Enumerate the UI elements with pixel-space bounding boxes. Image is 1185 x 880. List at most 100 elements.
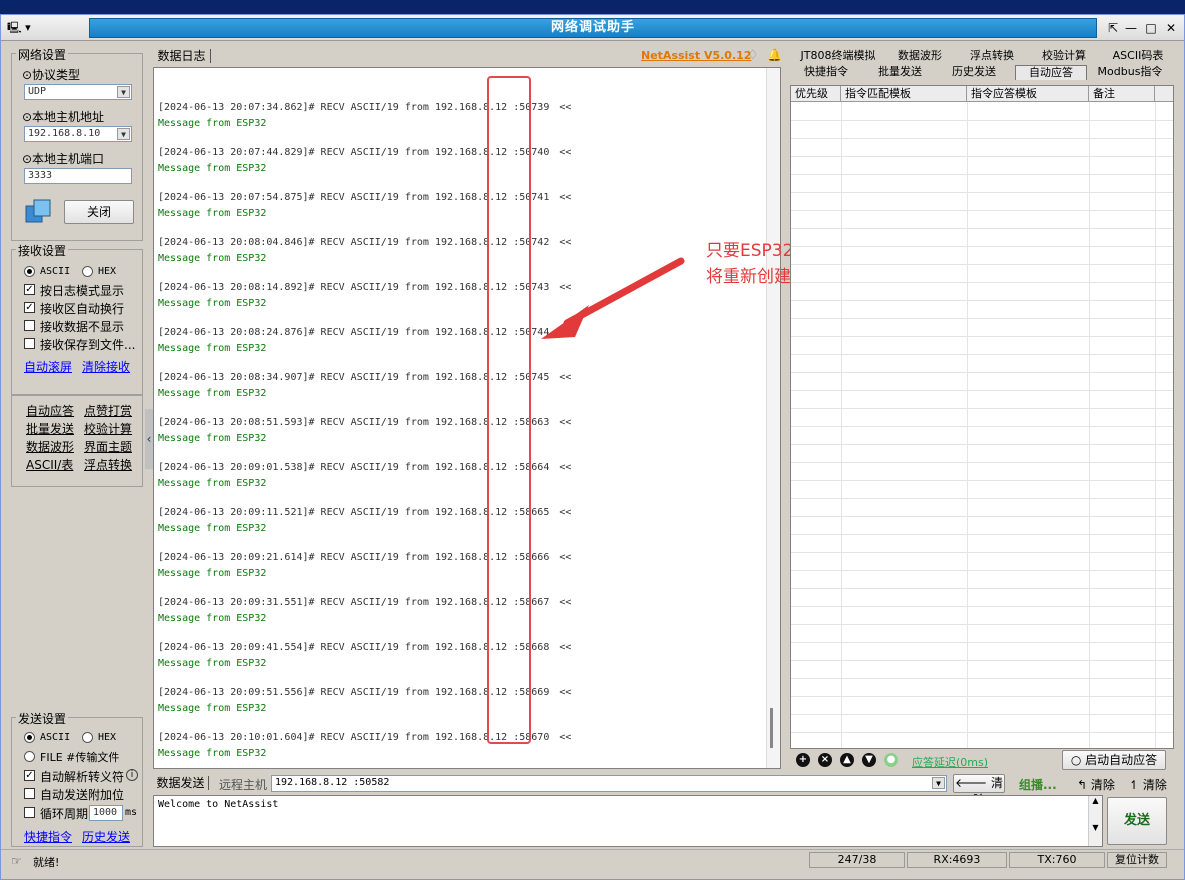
move-down-icon[interactable]: ▼ bbox=[862, 753, 876, 767]
remote-host-value: 192.168.8.12 :50582 bbox=[275, 777, 390, 788]
send-ascii-radio[interactable] bbox=[24, 732, 35, 743]
table-header: 优先级 指令匹配模板 指令应答模板 备注 bbox=[791, 86, 1173, 102]
tab-data-log[interactable]: 数据日志 bbox=[153, 49, 211, 63]
quick-links-group: 自动应答 点赞打赏 批量发送 校验计算 数据波形 界面主题 ASCII/表 浮点… bbox=[11, 395, 143, 487]
tab-float[interactable]: 浮点转换 bbox=[961, 49, 1023, 63]
link-float-convert[interactable]: 浮点转换 bbox=[84, 456, 132, 473]
add-icon[interactable]: + bbox=[796, 753, 810, 767]
link-donate[interactable]: 点赞打赏 bbox=[84, 402, 132, 419]
hide-data-checkbox[interactable] bbox=[24, 320, 35, 331]
delete-icon[interactable]: × bbox=[818, 753, 832, 767]
collapse-panel-handle[interactable]: ‹ bbox=[145, 409, 153, 469]
tab-batch[interactable]: 批量发送 bbox=[871, 65, 929, 79]
auto-reply-table: 优先级 指令匹配模板 指令应答模板 备注 bbox=[790, 85, 1174, 749]
link-waveform[interactable]: 数据波形 bbox=[26, 438, 74, 455]
remote-host-select[interactable]: 192.168.8.12 :50582 ▼ bbox=[271, 775, 947, 792]
log-timestamp: [2024-06-13 20:08:24.876]# RECV ASCII/19… bbox=[158, 327, 520, 338]
scroll-thumb[interactable] bbox=[770, 708, 773, 748]
clear-send-button[interactable]: ↰ 清除 bbox=[1077, 776, 1115, 793]
tab-modbus[interactable]: Modbus指令 bbox=[1097, 65, 1163, 79]
link-checksum[interactable]: 校验计算 bbox=[84, 420, 132, 437]
recv-hex-radio[interactable] bbox=[82, 266, 93, 277]
clear-all-button[interactable]: ↿ 清除 bbox=[1129, 776, 1167, 793]
send-scrollbar[interactable]: ▲ ▼ bbox=[1088, 796, 1102, 846]
host-value: 192.168.8.10 bbox=[28, 128, 101, 139]
log-mode-label: 按日志模式显示 bbox=[40, 284, 125, 298]
multicast-link[interactable]: 组播... bbox=[1019, 776, 1057, 793]
protocol-select[interactable]: UDP ▼ bbox=[24, 84, 132, 100]
grid-row-line bbox=[791, 246, 1173, 247]
tab-checksum[interactable]: 校验计算 bbox=[1033, 49, 1095, 63]
col-remark[interactable]: 备注 bbox=[1089, 86, 1155, 102]
tab-auto-reply[interactable]: 自动应答 bbox=[1015, 65, 1087, 80]
auto-scroll-link[interactable]: 自动滚屏 bbox=[24, 358, 72, 375]
receive-log-area[interactable]: [2024-06-13 20:07:34.862]# RECV ASCII/19… bbox=[153, 67, 781, 769]
system-menu-icon[interactable]: 🖳 ▾ bbox=[7, 19, 47, 37]
host-select[interactable]: 192.168.8.10 ▼ bbox=[24, 126, 132, 142]
save-file-checkbox[interactable] bbox=[24, 338, 35, 349]
link-ascii-table[interactable]: ASCII/表 bbox=[26, 456, 73, 473]
restore-icon[interactable]: ⇱ bbox=[1105, 20, 1121, 36]
grid-row-line bbox=[791, 156, 1173, 157]
log-mode-checkbox[interactable]: ✓ bbox=[24, 284, 35, 295]
port-input[interactable]: 3333 bbox=[24, 168, 132, 184]
highlight-box bbox=[487, 76, 531, 744]
link-batch-send[interactable]: 批量发送 bbox=[26, 420, 74, 437]
log-timestamp: [2024-06-13 20:10:01.604]# RECV ASCII/19… bbox=[158, 732, 520, 743]
clear-recv-link[interactable]: 清除接收 bbox=[82, 358, 130, 375]
close-window-button[interactable]: ✕ bbox=[1163, 20, 1179, 36]
reset-count-button[interactable]: 复位计数 bbox=[1107, 852, 1167, 868]
link-auto-reply[interactable]: 自动应答 bbox=[26, 402, 74, 419]
append-bit-checkbox[interactable] bbox=[24, 788, 35, 799]
tab-data-send[interactable]: 数据发送 bbox=[153, 776, 209, 790]
col-match[interactable]: 指令匹配模板 bbox=[841, 86, 967, 102]
log-timestamp: [2024-06-13 20:08:51.593]# RECV ASCII/19… bbox=[158, 417, 520, 428]
grid-row-line bbox=[791, 444, 1173, 445]
minimize-button[interactable]: — bbox=[1123, 20, 1139, 36]
quick-cmd-link[interactable]: 快捷指令 bbox=[24, 828, 72, 845]
diamond-icon[interactable]: ♢ bbox=[747, 48, 759, 63]
reply-delay-link[interactable]: 应答延迟(0ms) bbox=[912, 754, 988, 770]
link-theme[interactable]: 界面主题 bbox=[84, 438, 132, 455]
log-tail-marker: << bbox=[559, 687, 572, 698]
send-settings-title: 发送设置 bbox=[16, 710, 69, 727]
log-scrollbar[interactable] bbox=[766, 68, 780, 768]
send-hex-radio[interactable] bbox=[82, 732, 93, 743]
col-reply[interactable]: 指令应答模板 bbox=[967, 86, 1089, 102]
grid-row-line bbox=[791, 552, 1173, 553]
loop-period-checkbox[interactable] bbox=[24, 807, 35, 818]
move-up-icon[interactable]: ▲ bbox=[840, 753, 854, 767]
recv-ascii-label: ASCII bbox=[40, 266, 71, 277]
escape-parse-checkbox[interactable]: ✓ bbox=[24, 770, 35, 781]
log-timestamp: [2024-06-13 20:09:21.614]# RECV ASCII/19… bbox=[158, 552, 520, 563]
tab-waveform[interactable]: 数据波形 bbox=[889, 49, 951, 63]
bell-icon[interactable]: 🔔 bbox=[767, 48, 782, 62]
version-link[interactable]: NetAssist V5.0.12 bbox=[641, 49, 751, 62]
start-auto-reply-button[interactable]: ○ 启动自动应答 bbox=[1062, 750, 1166, 770]
log-tail-marker: << bbox=[559, 417, 572, 428]
send-text-area[interactable]: Welcome to NetAssist ▲ ▼ bbox=[153, 795, 1103, 847]
protocol-value: UDP bbox=[28, 86, 47, 97]
log-entry-message: Message from ESP32 bbox=[158, 568, 267, 579]
tab-ascii-table[interactable]: ASCII码表 bbox=[1105, 49, 1171, 63]
send-history-link[interactable]: 历史发送 bbox=[82, 828, 130, 845]
host-label: ⊙本地主机地址 bbox=[22, 110, 105, 124]
tab-quick-cmd[interactable]: 快捷指令 bbox=[797, 65, 855, 79]
log-tail-marker: << bbox=[559, 192, 572, 203]
robot-icon[interactable]: ● bbox=[884, 753, 898, 767]
tab-jt808[interactable]: JT808终端模拟 bbox=[797, 49, 879, 63]
info-icon[interactable]: i bbox=[126, 769, 138, 781]
recv-ascii-radio[interactable] bbox=[24, 266, 35, 277]
log-entry-message: Message from ESP32 bbox=[158, 208, 267, 219]
tab-history[interactable]: 历史发送 bbox=[945, 65, 1003, 79]
send-button[interactable]: 发送 bbox=[1107, 797, 1167, 845]
log-entry-message: Message from ESP32 bbox=[158, 298, 267, 309]
period-input[interactable]: 1000 bbox=[89, 805, 123, 821]
auto-wrap-checkbox[interactable]: ✓ bbox=[24, 302, 35, 313]
close-connection-button[interactable]: 关闭 bbox=[64, 200, 134, 224]
file-transfer-radio[interactable] bbox=[24, 751, 35, 762]
clear-remote-button[interactable]: 🡐 清除 bbox=[953, 774, 1005, 807]
col-priority[interactable]: 优先级 bbox=[791, 86, 841, 102]
grid-row-line bbox=[791, 282, 1173, 283]
maximize-button[interactable]: □ bbox=[1143, 20, 1159, 36]
